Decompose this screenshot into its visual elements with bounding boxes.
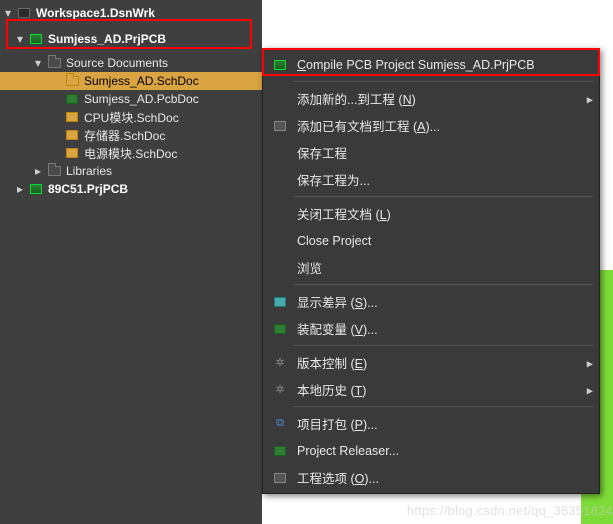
node-label: 存储器.SchDoc (84, 127, 165, 144)
vcs-icon: ✲ (269, 354, 291, 372)
chevron-right-icon[interactable]: ▸ (32, 165, 44, 177)
node-label: Sumjess_AD.SchDoc (84, 74, 199, 88)
blank-icon (269, 171, 291, 189)
menu-close-project[interactable]: Close Project (263, 227, 599, 254)
menu-project-pack[interactable]: ⧉ 项目打包 (P)... (263, 410, 599, 437)
blank-icon (269, 205, 291, 223)
blank-icon (269, 90, 291, 108)
menu-version-control[interactable]: ✲ 版本控制 (E) ▸ (263, 349, 599, 376)
chevron-right-icon[interactable]: ▸ (14, 183, 26, 195)
menu-label: 工程选项 (O)... (297, 468, 581, 487)
menu-separator (293, 81, 593, 82)
workspace-node[interactable]: ▾ Workspace1.DsnWrk (0, 4, 262, 22)
pcbdoc-node[interactable]: ▾ Sumjess_AD.PcbDoc (0, 90, 262, 108)
menu-label: 显示差异 (S)... (297, 292, 581, 311)
folder-icon (46, 56, 62, 70)
menu-save-project-as[interactable]: 保存工程为... (263, 166, 599, 193)
releaser-icon (269, 442, 291, 460)
menu-add-new[interactable]: 添加新的...到工程 (N) ▸ (263, 85, 599, 112)
project-node-89c51[interactable]: ▸ 89C51.PrjPCB (0, 180, 262, 198)
project-node-sumjess[interactable]: ▾ Sumjess_AD.PrjPCB (0, 30, 262, 48)
folder-icon (46, 164, 62, 178)
menu-project-releaser[interactable]: Project Releaser... (263, 437, 599, 464)
schdoc-node[interactable]: ▾ 电源模块.SchDoc (0, 144, 262, 162)
submenu-arrow-icon: ▸ (587, 91, 593, 106)
history-icon: ✲ (269, 381, 291, 399)
workspace-icon (16, 6, 32, 20)
menu-close-docs[interactable]: 关闭工程文档 (L) (263, 200, 599, 227)
menu-separator (293, 345, 593, 346)
schematic-icon (64, 146, 80, 160)
menu-separator (293, 196, 593, 197)
workspace-label: Workspace1.DsnWrk (36, 6, 155, 20)
variants-icon (269, 320, 291, 338)
add-doc-icon (269, 117, 291, 135)
node-label: Source Documents (66, 56, 168, 70)
project-icon (28, 182, 44, 196)
diff-icon (269, 293, 291, 311)
schematic-icon (64, 110, 80, 124)
menu-label: 浏览 (297, 258, 581, 277)
schematic-icon (64, 74, 80, 88)
project-label: Sumjess_AD.PrjPCB (48, 32, 166, 46)
libraries-node[interactable]: ▸ Libraries (0, 162, 262, 180)
project-tree-panel: ▾ Workspace1.DsnWrk ▾ Sumjess_AD.PrjPCB … (0, 0, 262, 524)
menu-assembly-variants[interactable]: 装配变量 (V)... (263, 315, 599, 342)
submenu-arrow-icon: ▸ (587, 382, 593, 397)
node-label: Libraries (66, 164, 112, 178)
schdoc-node[interactable]: ▾ CPU模块.SchDoc (0, 108, 262, 126)
menu-label: 添加新的...到工程 (N) (297, 89, 581, 108)
schdoc-node[interactable]: ▾ Sumjess_AD.SchDoc (0, 72, 262, 90)
schdoc-node[interactable]: ▾ 存储器.SchDoc (0, 126, 262, 144)
menu-label: 关闭工程文档 (L) (297, 204, 581, 223)
menu-label: 本地历史 (T) (297, 380, 581, 399)
menu-label: Project Releaser... (297, 444, 581, 458)
pcb-icon (64, 92, 80, 106)
source-documents-node[interactable]: ▾ Source Documents (0, 54, 262, 72)
menu-label: 项目打包 (P)... (297, 414, 581, 433)
menu-save-project[interactable]: 保存工程 (263, 139, 599, 166)
chevron-down-icon[interactable]: ▾ (2, 7, 14, 19)
chevron-down-icon[interactable]: ▾ (14, 33, 26, 45)
compile-icon (269, 56, 291, 74)
menu-browse[interactable]: 浏览 (263, 254, 599, 281)
menu-add-existing[interactable]: 添加已有文档到工程 (A)... (263, 112, 599, 139)
blank-icon (269, 144, 291, 162)
submenu-arrow-icon: ▸ (587, 355, 593, 370)
project-context-menu: Compile PCB Project Sumjess_AD.PrjPCB 添加… (262, 48, 600, 494)
menu-compile-project[interactable]: Compile PCB Project Sumjess_AD.PrjPCB (263, 51, 599, 78)
blank-icon (269, 232, 291, 250)
blank-icon (269, 259, 291, 277)
menu-separator (293, 406, 593, 407)
menu-local-history[interactable]: ✲ 本地历史 (T) ▸ (263, 376, 599, 403)
menu-project-options[interactable]: 工程选项 (O)... (263, 464, 599, 491)
node-label: 电源模块.SchDoc (84, 145, 177, 162)
schematic-icon (64, 128, 80, 142)
menu-show-diff[interactable]: 显示差异 (S)... (263, 288, 599, 315)
menu-label: 保存工程为... (297, 170, 581, 189)
menu-label: 保存工程 (297, 143, 581, 162)
menu-label: Compile PCB Project Sumjess_AD.PrjPCB (297, 58, 581, 72)
menu-label: 版本控制 (E) (297, 353, 581, 372)
chevron-down-icon[interactable]: ▾ (32, 57, 44, 69)
menu-separator (293, 284, 593, 285)
node-label: Sumjess_AD.PcbDoc (84, 92, 199, 106)
options-icon (269, 469, 291, 487)
menu-label: 装配变量 (V)... (297, 319, 581, 338)
menu-label: Close Project (297, 234, 581, 248)
menu-label: 添加已有文档到工程 (A)... (297, 116, 581, 135)
pack-icon: ⧉ (269, 415, 291, 433)
project-icon (28, 32, 44, 46)
node-label: CPU模块.SchDoc (84, 109, 179, 126)
project-label: 89C51.PrjPCB (48, 182, 128, 196)
